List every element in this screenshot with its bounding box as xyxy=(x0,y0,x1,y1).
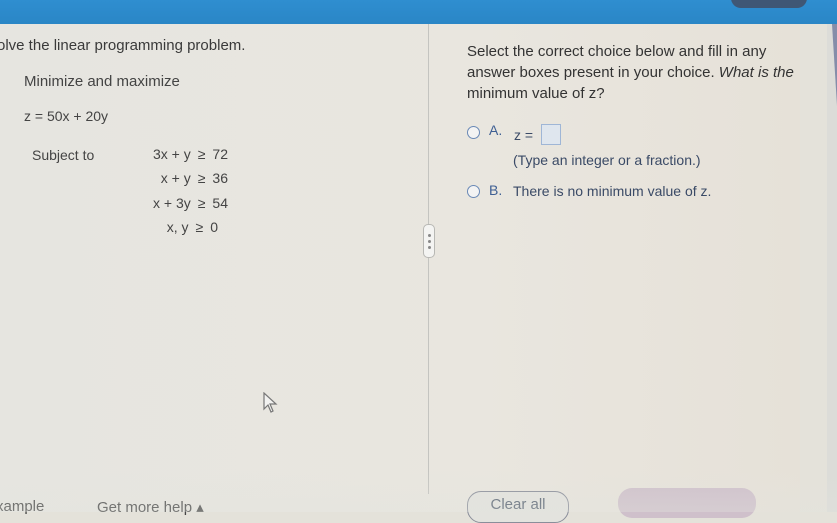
problem-instruction: Minimize and maximize xyxy=(24,73,180,90)
question-line-1: Select the correct choice below and fill… xyxy=(467,43,767,60)
constraint-rhs: 72 xyxy=(212,146,228,162)
constraint-rhs: 36 xyxy=(212,170,228,186)
question-line-2b: What is the xyxy=(714,64,794,81)
question-line-3: minimum value of z? xyxy=(467,85,605,102)
choice-a-letter[interactable]: A. xyxy=(489,122,502,138)
clear-all-button[interactable]: Clear all xyxy=(467,491,569,523)
question-line-2: answer boxes present in your choice. xyxy=(467,64,715,81)
panel-divider[interactable] xyxy=(428,24,429,494)
get-more-help-link[interactable]: Get more help ▴ xyxy=(97,498,204,516)
constraint-row: x, y ≥0 xyxy=(167,219,218,235)
choice-a-radio[interactable] xyxy=(467,126,480,139)
mouse-pointer-icon xyxy=(263,391,279,419)
problem-title: olve the linear programming problem. xyxy=(0,37,246,54)
constraint-relation: ≥ xyxy=(197,170,206,186)
constraint-rhs: 54 xyxy=(212,195,228,211)
choice-a-prefix: z = xyxy=(514,127,534,143)
constraint-rhs: 0 xyxy=(210,219,218,235)
view-example-link[interactable]: xample xyxy=(0,498,44,515)
constraint-lhs: x + y xyxy=(160,170,191,186)
choice-b-radio[interactable] xyxy=(467,185,480,198)
subject-to-label: Subject to xyxy=(32,147,95,163)
constraint-row: x + 3y ≥54 xyxy=(153,195,228,211)
answer-input-z[interactable] xyxy=(541,124,561,145)
check-answer-button[interactable] xyxy=(618,488,756,518)
choice-b-text[interactable]: There is no minimum value of z. xyxy=(513,183,711,199)
question-text: Select the correct choice below and fill… xyxy=(467,41,807,104)
header-button[interactable] xyxy=(731,0,807,8)
constraint-relation: ≥ xyxy=(197,195,206,211)
choice-b-letter[interactable]: B. xyxy=(489,182,502,198)
constraint-row: x + y ≥36 xyxy=(161,170,228,186)
divider-drag-handle[interactable] xyxy=(423,224,435,258)
answer-hint: (Type an integer or a fraction.) xyxy=(513,152,701,168)
constraint-row: 3x + y ≥72 xyxy=(153,146,228,162)
constraint-relation: ≥ xyxy=(195,219,204,235)
top-header-bar xyxy=(0,0,837,24)
constraint-lhs: 3x + y xyxy=(152,146,191,162)
objective-function: z = 50x + 20y xyxy=(24,108,109,124)
constraint-lhs: x, y xyxy=(166,219,189,235)
constraint-relation: ≥ xyxy=(197,146,206,162)
constraint-lhs: x + 3y xyxy=(152,195,191,211)
